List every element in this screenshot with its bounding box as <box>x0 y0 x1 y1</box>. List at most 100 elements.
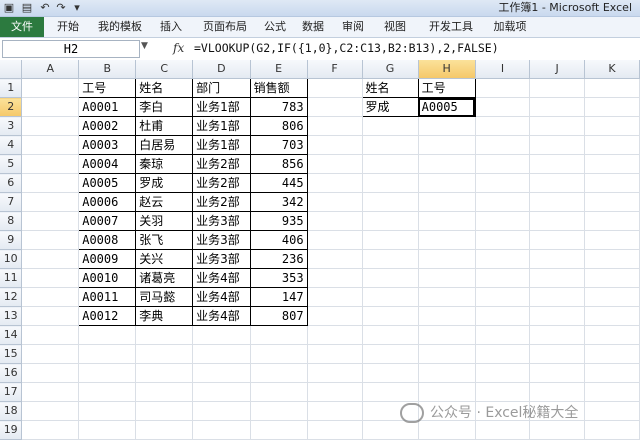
cell[interactable] <box>307 116 363 136</box>
cell[interactable] <box>475 344 531 364</box>
col-header[interactable]: D <box>192 60 251 79</box>
cell[interactable] <box>135 325 194 345</box>
cell[interactable] <box>529 325 585 345</box>
cell[interactable] <box>584 135 640 155</box>
cell[interactable] <box>192 325 251 345</box>
cell[interactable] <box>250 401 308 421</box>
cell[interactable] <box>307 382 363 402</box>
row-header[interactable]: 10 <box>0 249 23 269</box>
tab-review[interactable]: 审阅 <box>338 17 368 37</box>
cell[interactable] <box>584 382 640 402</box>
cell[interactable]: 部门 <box>192 78 251 98</box>
redo-icon[interactable]: ↷ <box>54 1 68 15</box>
cell[interactable] <box>418 249 476 269</box>
cell[interactable] <box>21 287 80 307</box>
cell[interactable] <box>584 363 640 383</box>
col-header[interactable]: J <box>529 60 585 79</box>
cell[interactable]: 姓名 <box>135 78 194 98</box>
row-header[interactable]: 3 <box>0 116 23 136</box>
cell[interactable] <box>529 382 585 402</box>
cell[interactable]: 807 <box>249 306 308 326</box>
cell[interactable] <box>307 192 363 212</box>
cell[interactable] <box>21 344 80 364</box>
cell[interactable]: 杜甫 <box>135 116 194 136</box>
cell[interactable]: 353 <box>249 268 308 288</box>
cell[interactable]: 935 <box>249 211 308 231</box>
cell[interactable] <box>418 116 476 136</box>
cell[interactable] <box>475 116 531 136</box>
row-header[interactable]: 16 <box>0 363 23 383</box>
cell[interactable] <box>362 268 419 288</box>
cell[interactable]: A0005 <box>78 173 137 193</box>
cell[interactable] <box>21 154 80 174</box>
cell[interactable] <box>307 287 363 307</box>
row-header[interactable]: 6 <box>0 173 23 193</box>
tab-page-layout[interactable]: 页面布局 <box>196 17 254 37</box>
cell[interactable] <box>584 211 640 231</box>
cell[interactable] <box>584 173 640 193</box>
cell[interactable] <box>418 382 476 402</box>
cell[interactable] <box>475 363 531 383</box>
cell[interactable] <box>418 287 476 307</box>
cell[interactable] <box>21 78 80 98</box>
row-header[interactable]: 11 <box>0 268 23 288</box>
cell[interactable] <box>21 382 80 402</box>
cell[interactable] <box>362 211 419 231</box>
cell[interactable] <box>529 287 585 307</box>
cell[interactable] <box>529 116 585 136</box>
cell[interactable] <box>584 268 640 288</box>
row-header[interactable]: 12 <box>0 287 23 307</box>
cell[interactable] <box>529 420 585 440</box>
cell[interactable] <box>584 325 640 345</box>
cell[interactable] <box>584 420 640 440</box>
cell[interactable]: 业务3部 <box>192 249 251 269</box>
cell[interactable] <box>584 116 640 136</box>
cell[interactable]: 业务3部 <box>192 211 251 231</box>
cell[interactable] <box>307 78 363 98</box>
cell[interactable] <box>418 420 476 440</box>
cell[interactable] <box>192 420 251 440</box>
tab-formulas[interactable]: 公式 <box>260 17 290 37</box>
cell[interactable]: 147 <box>249 287 308 307</box>
cell[interactable]: 406 <box>249 230 308 250</box>
cell[interactable] <box>362 306 419 326</box>
cell[interactable] <box>307 325 363 345</box>
cell[interactable]: A0012 <box>78 306 137 326</box>
cell[interactable]: A0006 <box>78 192 137 212</box>
cell[interactable] <box>135 363 194 383</box>
cell[interactable] <box>529 230 585 250</box>
cell[interactable] <box>475 154 531 174</box>
cell[interactable]: A0002 <box>78 116 137 136</box>
cell[interactable]: 关羽 <box>135 211 194 231</box>
cell[interactable] <box>307 401 363 421</box>
col-header[interactable]: H <box>418 60 476 79</box>
cell[interactable]: 业务2部 <box>192 154 251 174</box>
cell[interactable] <box>529 249 585 269</box>
cell[interactable] <box>21 135 80 155</box>
cell[interactable] <box>307 249 363 269</box>
cell[interactable] <box>362 230 419 250</box>
cell[interactable] <box>362 382 419 402</box>
cell[interactable] <box>21 420 80 440</box>
cell[interactable] <box>362 420 419 440</box>
cell[interactable] <box>475 230 531 250</box>
cell[interactable] <box>307 97 363 117</box>
cell[interactable]: 445 <box>249 173 308 193</box>
cell[interactable]: 关兴 <box>135 249 194 269</box>
row-header[interactable]: 8 <box>0 211 23 231</box>
cell[interactable] <box>475 325 531 345</box>
cell[interactable] <box>21 97 80 117</box>
cell[interactable] <box>418 173 476 193</box>
cell[interactable] <box>78 382 137 402</box>
cell[interactable] <box>584 249 640 269</box>
cell[interactable] <box>418 154 476 174</box>
cell[interactable] <box>307 154 363 174</box>
cell[interactable] <box>584 192 640 212</box>
cell[interactable]: 806 <box>249 116 308 136</box>
cell[interactable] <box>250 382 308 402</box>
name-box[interactable]: H2 <box>2 40 140 58</box>
cell[interactable]: 783 <box>249 97 308 117</box>
cell[interactable] <box>21 306 80 326</box>
cell[interactable]: 赵云 <box>135 192 194 212</box>
cell[interactable]: A0004 <box>78 154 137 174</box>
